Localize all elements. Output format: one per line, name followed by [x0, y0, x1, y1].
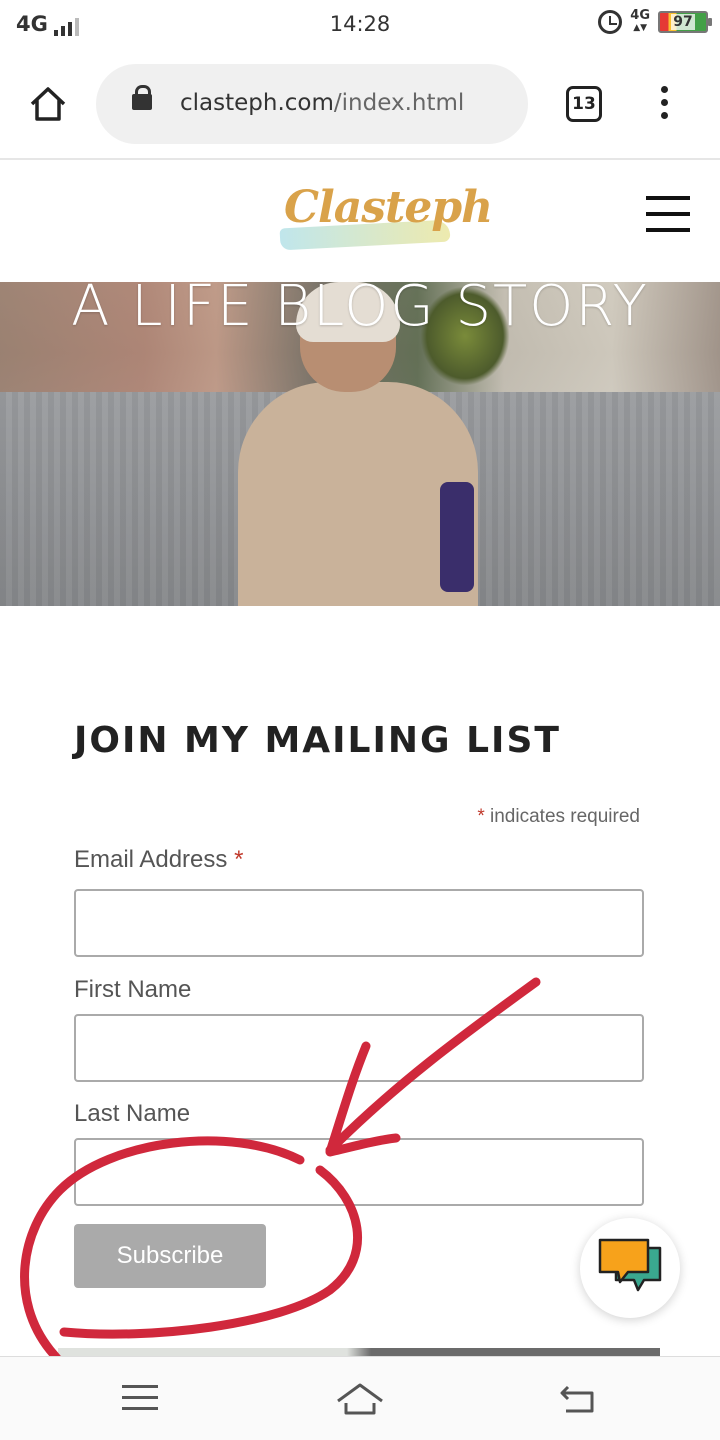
status-bar: 4G 14:28 4G ▲▼ 97 — [0, 0, 720, 52]
hero-title: A LIFE BLOG STORY — [71, 282, 649, 339]
required-note-text: indicates required — [490, 806, 640, 827]
tabs-icon[interactable]: 13 — [566, 86, 602, 122]
status-icons: 4G ▲▼ 97 — [598, 8, 712, 34]
email-required-star: * — [234, 846, 244, 873]
first-name-field[interactable] — [74, 1014, 644, 1082]
required-star: * — [477, 806, 485, 827]
first-name-label: First Name — [74, 976, 192, 1003]
url-path: /index.html — [333, 90, 465, 116]
last-name-label: Last Name — [74, 1100, 191, 1127]
url-text[interactable]: clasteph.com/index.html — [180, 90, 464, 116]
address-bar[interactable]: clasteph.com/index.html — [96, 64, 528, 144]
url-domain: clasteph.com — [180, 90, 334, 116]
data-type: 4G — [630, 8, 650, 23]
last-name-field[interactable] — [74, 1138, 644, 1206]
site-header: Clasteph — [0, 162, 720, 282]
home-icon[interactable] — [28, 84, 68, 124]
lock-icon — [132, 85, 152, 110]
chat-icon — [598, 1238, 662, 1292]
hero-image: A LIFE BLOG STORY — [0, 282, 720, 606]
browser-toolbar: clasteph.com/index.html 13 — [0, 52, 720, 160]
logo-text: Clasteph — [284, 182, 493, 233]
chat-button[interactable] — [580, 1218, 680, 1318]
data-arrows-icon: ▲▼ — [633, 23, 648, 33]
nav-home-icon[interactable] — [334, 1379, 386, 1419]
required-note: * indicates required — [477, 806, 640, 828]
alarm-icon — [598, 10, 623, 34]
form-title: JOIN MY MAILING LIST — [74, 720, 561, 761]
email-label: Email Address * — [74, 846, 243, 874]
email-label-text: Email Address — [74, 846, 228, 873]
hero-umbrella — [440, 482, 474, 592]
data-indicator: 4G ▲▼ — [630, 8, 650, 34]
battery-icon: 97 — [658, 11, 712, 33]
more-icon[interactable] — [652, 86, 676, 124]
site-logo[interactable]: Clasteph — [270, 174, 493, 264]
menu-icon[interactable] — [646, 196, 690, 236]
system-nav-bar — [0, 1356, 720, 1440]
battery-level: 97 — [671, 14, 695, 30]
nav-menu-icon[interactable] — [122, 1385, 158, 1413]
nav-back-icon[interactable] — [558, 1381, 598, 1417]
subscribe-button[interactable]: Subscribe — [74, 1224, 266, 1288]
email-field[interactable] — [74, 889, 644, 957]
tab-count: 13 — [572, 94, 596, 114]
